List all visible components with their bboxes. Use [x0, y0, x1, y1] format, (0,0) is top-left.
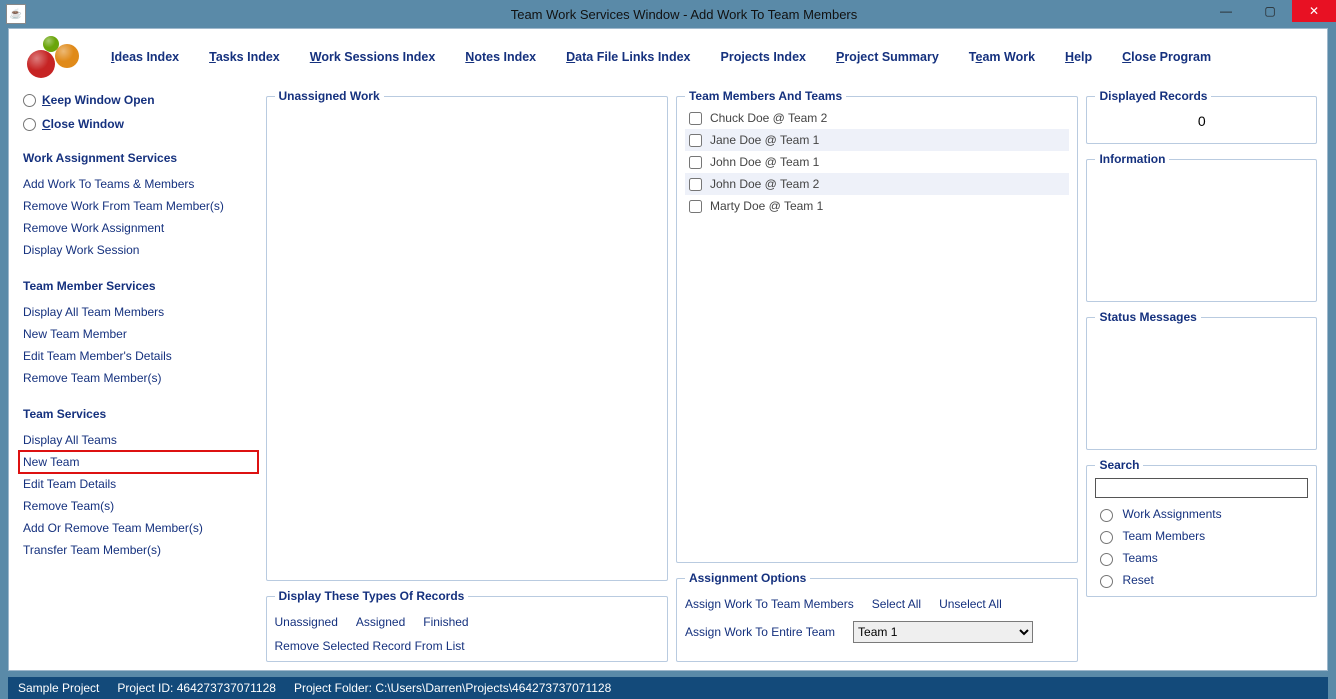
- team-row-label: John Doe @ Team 1: [710, 155, 819, 169]
- status-project-folder: Project Folder: C:\Users\Darren\Projects…: [294, 681, 611, 695]
- menu-notes-index[interactable]: Notes Index: [465, 50, 536, 64]
- team-row-checkbox[interactable]: [689, 112, 702, 125]
- sidebar-link-team-1[interactable]: New Team: [19, 451, 258, 473]
- app-logo: [21, 32, 91, 82]
- team-row-label: Jane Doe @ Team 1: [710, 133, 819, 147]
- window-title: Team Work Services Window - Add Work To …: [32, 7, 1336, 22]
- menu-project-summary[interactable]: Project Summary: [836, 50, 939, 64]
- section-team-member: Team Member Services: [19, 279, 258, 293]
- status-project-name: Sample Project: [18, 681, 99, 695]
- link-assign-to-members[interactable]: Assign Work To Team Members: [685, 597, 854, 611]
- sidebar-link-work-0[interactable]: Add Work To Teams & Members: [19, 173, 258, 195]
- menu-help[interactable]: Help: [1065, 50, 1092, 64]
- panel-unassigned-work: Unassigned Work: [266, 89, 668, 581]
- radio-search-team-members[interactable]: Team Members: [1095, 528, 1308, 544]
- sidebar-link-member-2[interactable]: Edit Team Member's Details: [19, 345, 258, 367]
- menu-team-work[interactable]: Team Work: [969, 50, 1035, 64]
- panel-title-status: Status Messages: [1095, 310, 1200, 324]
- team-row[interactable]: Chuck Doe @ Team 2: [685, 107, 1069, 129]
- sidebar-link-member-0[interactable]: Display All Team Members: [19, 301, 258, 323]
- radio-keep-window-open[interactable]: Keep Window Open: [19, 93, 258, 107]
- sidebar-link-member-3[interactable]: Remove Team Member(s): [19, 367, 258, 389]
- link-remove-selected[interactable]: Remove Selected Record From List: [275, 639, 659, 653]
- team-row[interactable]: Marty Doe @ Team 1: [685, 195, 1069, 217]
- panel-title-search: Search: [1095, 458, 1143, 472]
- menu-projects-index[interactable]: Projects Index: [721, 50, 806, 64]
- link-assigned[interactable]: Assigned: [356, 615, 405, 629]
- panel-displayed-records: Displayed Records 0: [1086, 89, 1317, 144]
- radio-search-reset[interactable]: Reset: [1095, 572, 1308, 588]
- radio-close-window[interactable]: Close Window: [19, 117, 258, 131]
- close-button[interactable]: ✕: [1292, 0, 1336, 22]
- section-team-services: Team Services: [19, 407, 258, 421]
- link-select-all[interactable]: Select All: [872, 597, 921, 611]
- link-finished[interactable]: Finished: [423, 615, 468, 629]
- panel-status-messages: Status Messages: [1086, 310, 1317, 450]
- sidebar-link-team-3[interactable]: Remove Team(s): [19, 495, 258, 517]
- link-assign-to-team[interactable]: Assign Work To Entire Team: [685, 625, 835, 639]
- team-row-checkbox[interactable]: [689, 200, 702, 213]
- panel-assignment-options: Assignment Options Assign Work To Team M…: [676, 571, 1078, 662]
- sidebar-link-work-1[interactable]: Remove Work From Team Member(s): [19, 195, 258, 217]
- radio-search-work-assignments[interactable]: Work Assignments: [1095, 506, 1308, 522]
- team-row-label: John Doe @ Team 2: [710, 177, 819, 191]
- menu-tasks-index[interactable]: Tasks Index: [209, 50, 280, 64]
- panel-title-information: Information: [1095, 152, 1169, 166]
- menu-work-sessions-index[interactable]: Work Sessions Index: [310, 50, 436, 64]
- panel-title-unassigned: Unassigned Work: [275, 89, 384, 103]
- team-row-checkbox[interactable]: [689, 178, 702, 191]
- panel-information: Information: [1086, 152, 1317, 302]
- panel-title-display-types: Display These Types Of Records: [275, 589, 469, 603]
- sidebar-link-work-2[interactable]: Remove Work Assignment: [19, 217, 258, 239]
- sidebar: Keep Window Open Close Window Work Assig…: [19, 89, 258, 662]
- panel-title-displayed-records: Displayed Records: [1095, 89, 1211, 103]
- sidebar-link-team-0[interactable]: Display All Teams: [19, 429, 258, 451]
- search-input[interactable]: [1095, 478, 1308, 498]
- menu-close-program[interactable]: Close Program: [1122, 50, 1211, 64]
- maximize-button[interactable]: ▢: [1248, 0, 1292, 22]
- panel-title-assignment-options: Assignment Options: [685, 571, 810, 585]
- app-icon: ☕: [6, 4, 26, 24]
- panel-team-members: Team Members And Teams Chuck Doe @ Team …: [676, 89, 1078, 563]
- sidebar-link-member-1[interactable]: New Team Member: [19, 323, 258, 345]
- link-unassigned[interactable]: Unassigned: [275, 615, 338, 629]
- menu-data-file-links-index[interactable]: Data File Links Index: [566, 50, 690, 64]
- sidebar-link-team-2[interactable]: Edit Team Details: [19, 473, 258, 495]
- status-project-id: Project ID: 464273737071128: [117, 681, 276, 695]
- section-work-assignment: Work Assignment Services: [19, 151, 258, 165]
- team-row[interactable]: John Doe @ Team 1: [685, 151, 1069, 173]
- link-unselect-all[interactable]: Unselect All: [939, 597, 1002, 611]
- menu-bar: Ideas Index Tasks Index Work Sessions In…: [9, 29, 1327, 85]
- menu-ideas-index[interactable]: Ideas Index: [111, 50, 179, 64]
- team-row-checkbox[interactable]: [689, 134, 702, 147]
- sidebar-link-team-4[interactable]: Add Or Remove Team Member(s): [19, 517, 258, 539]
- team-row-checkbox[interactable]: [689, 156, 702, 169]
- minimize-button[interactable]: —: [1204, 0, 1248, 22]
- sidebar-link-work-3[interactable]: Display Work Session: [19, 239, 258, 261]
- panel-title-team-members: Team Members And Teams: [685, 89, 846, 103]
- radio-search-teams[interactable]: Teams: [1095, 550, 1308, 566]
- panel-display-types: Display These Types Of Records Unassigne…: [266, 589, 668, 662]
- sidebar-link-team-5[interactable]: Transfer Team Member(s): [19, 539, 258, 561]
- team-row-label: Chuck Doe @ Team 2: [710, 111, 827, 125]
- panel-search: Search Work Assignments Team Members Tea…: [1086, 458, 1317, 597]
- select-team[interactable]: Team 1: [853, 621, 1033, 643]
- status-bar: Sample Project Project ID: 4642737370711…: [8, 677, 1328, 699]
- title-bar: ☕ Team Work Services Window - Add Work T…: [0, 0, 1336, 28]
- displayed-records-value: 0: [1095, 109, 1308, 135]
- team-row[interactable]: John Doe @ Team 2: [685, 173, 1069, 195]
- team-row-label: Marty Doe @ Team 1: [710, 199, 823, 213]
- team-row[interactable]: Jane Doe @ Team 1: [685, 129, 1069, 151]
